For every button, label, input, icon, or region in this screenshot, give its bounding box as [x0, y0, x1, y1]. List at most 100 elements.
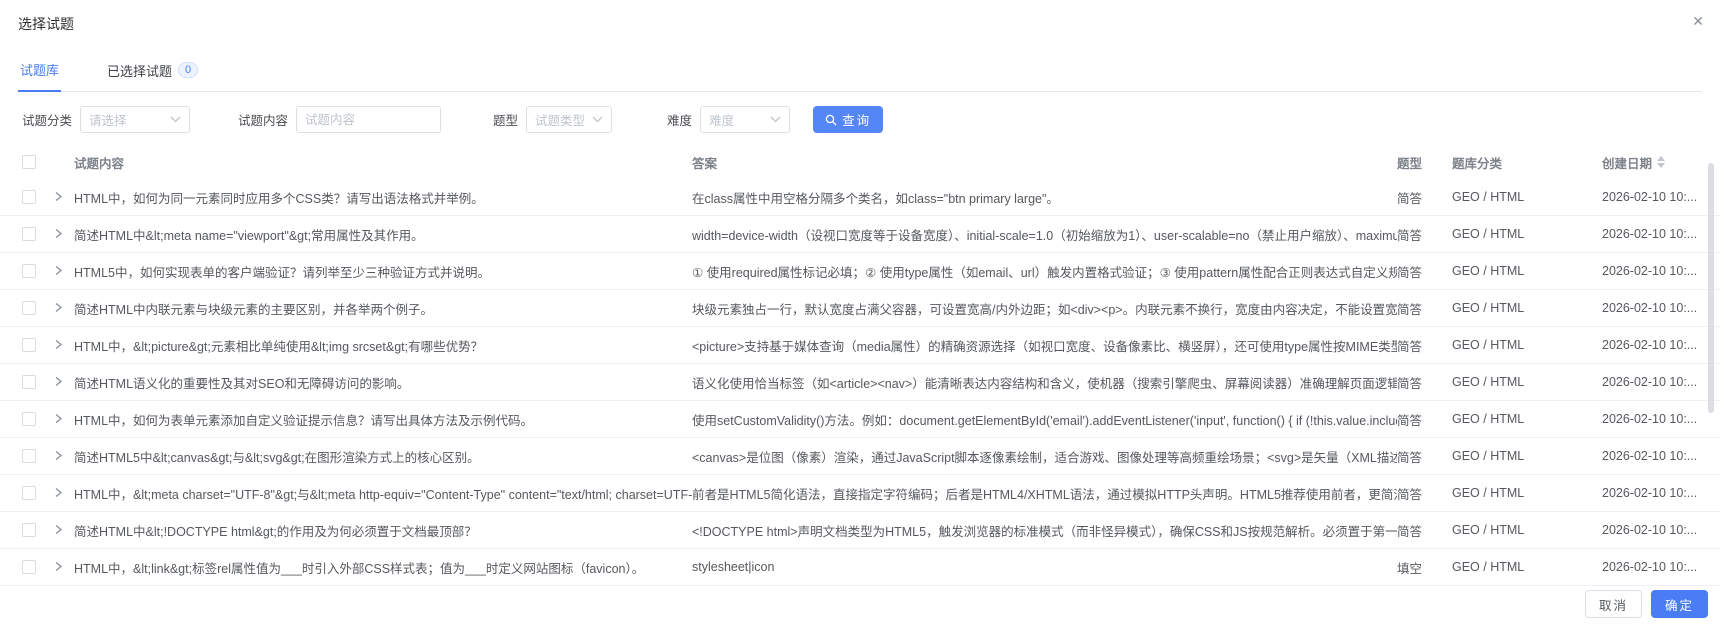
cell-answer: width=device-width（设视口宽度等于设备宽度）、initial-…: [692, 228, 1397, 243]
cell-answer: 语义化使用恰当标签（如<article><nav>）能清晰表达内容结构和含义，使…: [692, 376, 1397, 391]
cell-bank-category: GEO / HTML: [1452, 301, 1525, 315]
cell-question-type: 简答: [1397, 450, 1423, 465]
column-header-category: 题库分类: [1452, 156, 1503, 171]
cell-question-content: 简述HTML中&lt;meta name="viewport"&gt;常用属性及…: [74, 228, 424, 243]
expand-row-icon[interactable]: [50, 448, 66, 464]
cell-create-date: 2026-02-10 10:...: [1602, 264, 1696, 278]
expand-row-icon[interactable]: [50, 411, 66, 427]
table-row: HTML中，如何为同一元素同时应用多个CSS类？请写出语法格式并举例。 在cla…: [0, 179, 1720, 216]
expand-row-icon[interactable]: [50, 226, 66, 242]
category-select-placeholder: 请选择: [89, 114, 127, 128]
question-table: 试题内容 答案 题型 题库分类 创建日期 HTML中，如何为同一元素同时应用多个…: [0, 145, 1720, 586]
select-all-checkbox[interactable]: [22, 155, 36, 170]
close-icon[interactable]: ✕: [1688, 10, 1708, 32]
cell-answer: <picture>支持基于媒体查询（media属性）的精确资源选择（如视口宽度、…: [692, 339, 1397, 354]
expand-row-icon[interactable]: [50, 189, 66, 205]
cell-create-date: 2026-02-10 10:...: [1602, 338, 1696, 352]
cell-question-type: 简答: [1397, 191, 1423, 206]
cell-question-type: 简答: [1397, 376, 1423, 391]
table-row: HTML5中，如何实现表单的客户端验证？请列举至少三种验证方式并说明。 ① 使用…: [0, 253, 1720, 290]
difficulty-select[interactable]: 难度: [700, 106, 791, 133]
cell-bank-category: GEO / HTML: [1452, 375, 1525, 389]
cell-question-type: 简答: [1397, 524, 1423, 539]
table-row: 简述HTML中内联元素与块级元素的主要区别，并各举两个例子。 块级元素独占一行，…: [0, 290, 1720, 327]
cell-question-content: HTML中，如何为表单元素添加自定义验证提示信息？请写出具体方法及示例代码。: [74, 413, 534, 428]
filter-bar: 试题分类 请选择 试题内容 题型 试题类型 难度 难度 查询: [22, 106, 1720, 133]
table-header-row: 试题内容 答案 题型 题库分类 创建日期: [0, 145, 1720, 179]
query-button[interactable]: 查询: [813, 106, 884, 133]
chevron-down-icon: [770, 116, 781, 123]
cell-question-content: HTML中，&lt;meta charset="UTF-8"&gt;与&lt;m…: [74, 487, 692, 502]
content-search-input[interactable]: [296, 106, 442, 133]
type-select[interactable]: 试题类型: [526, 106, 613, 133]
difficulty-filter-label: 难度: [667, 114, 693, 128]
row-checkbox[interactable]: [22, 375, 36, 390]
cancel-button[interactable]: 取消: [1584, 590, 1642, 618]
cell-bank-category: GEO / HTML: [1452, 190, 1525, 204]
table-row: HTML中，&lt;meta charset="UTF-8"&gt;与&lt;m…: [0, 475, 1720, 512]
cell-create-date: 2026-02-10 10:...: [1602, 560, 1696, 574]
cell-question-type: 简答: [1397, 228, 1423, 243]
vertical-scrollbar[interactable]: [1708, 163, 1714, 413]
search-icon: [825, 114, 837, 125]
cell-bank-category: GEO / HTML: [1452, 523, 1525, 537]
cell-bank-category: GEO / HTML: [1452, 264, 1525, 278]
select-question-modal: 选择试题 ✕ 试题库 已选择试题 0 试题分类 请选择 试题内容 题型 试题类型…: [0, 0, 1720, 627]
cell-answer: 在class属性中用空格分隔多个类名，如class="btn primary l…: [692, 191, 1059, 206]
expand-row-icon[interactable]: [50, 337, 66, 353]
cell-question-content: HTML5中，如何实现表单的客户端验证？请列举至少三种验证方式并说明。: [74, 265, 490, 280]
row-checkbox[interactable]: [22, 523, 36, 538]
cell-bank-category: GEO / HTML: [1452, 412, 1525, 426]
expand-row-icon[interactable]: [50, 485, 66, 501]
expand-row-icon[interactable]: [50, 522, 66, 538]
expand-row-icon[interactable]: [50, 374, 66, 390]
tab-question-bank[interactable]: 试题库: [18, 60, 62, 92]
cell-create-date: 2026-02-10 10:...: [1602, 486, 1696, 500]
sort-icon[interactable]: [1657, 156, 1666, 168]
expand-row-icon[interactable]: [50, 300, 66, 316]
cell-bank-category: GEO / HTML: [1452, 486, 1525, 500]
expand-row-icon[interactable]: [50, 559, 66, 575]
row-checkbox[interactable]: [22, 190, 36, 205]
row-checkbox[interactable]: [22, 338, 36, 353]
row-checkbox[interactable]: [22, 227, 36, 242]
cell-question-content: 简述HTML语义化的重要性及其对SEO和无障碍访问的影响。: [74, 376, 410, 391]
row-checkbox[interactable]: [22, 560, 36, 575]
table-row: 简述HTML5中&lt;canvas&gt;与&lt;svg&gt;在图形渲染方…: [0, 438, 1720, 475]
row-checkbox[interactable]: [22, 264, 36, 279]
modal-header: 选择试题 ✕: [0, 0, 1720, 34]
cell-create-date: 2026-02-10 10:...: [1602, 375, 1696, 389]
confirm-button[interactable]: 确定: [1650, 590, 1708, 618]
cell-answer: stylesheet|icon: [692, 560, 775, 574]
table-row: 简述HTML语义化的重要性及其对SEO和无障碍访问的影响。 语义化使用恰当标签（…: [0, 364, 1720, 401]
expand-row-icon[interactable]: [50, 263, 66, 279]
cell-create-date: 2026-02-10 10:...: [1602, 301, 1696, 315]
tab-question-bank-label: 试题库: [20, 63, 60, 78]
row-checkbox[interactable]: [22, 486, 36, 501]
cell-create-date: 2026-02-10 10:...: [1602, 523, 1696, 537]
cell-create-date: 2026-02-10 10:...: [1602, 227, 1696, 241]
table-row: HTML中，如何为表单元素添加自定义验证提示信息？请写出具体方法及示例代码。 使…: [0, 401, 1720, 438]
table-row: HTML中，&lt;picture&gt;元素相比单纯使用&lt;img src…: [0, 327, 1720, 364]
cell-question-content: 简述HTML中内联元素与块级元素的主要区别，并各举两个例子。: [74, 302, 434, 317]
cell-question-content: 简述HTML5中&lt;canvas&gt;与&lt;svg&gt;在图形渲染方…: [74, 450, 480, 465]
query-button-label: 查询: [842, 114, 872, 128]
cell-bank-category: GEO / HTML: [1452, 338, 1525, 352]
cell-bank-category: GEO / HTML: [1452, 449, 1525, 463]
cell-question-content: HTML中，&lt;picture&gt;元素相比单纯使用&lt;img src…: [74, 339, 484, 354]
cell-question-type: 简答: [1397, 339, 1423, 354]
cell-create-date: 2026-02-10 10:...: [1602, 190, 1696, 204]
content-filter-label: 试题内容: [238, 114, 289, 128]
cell-answer: 块级元素独占一行，默认宽度占满父容器，可设置宽高/内外边距；如<div><p>。…: [692, 302, 1397, 317]
row-checkbox[interactable]: [22, 412, 36, 427]
cell-question-type: 简答: [1397, 487, 1423, 502]
row-checkbox[interactable]: [22, 449, 36, 464]
row-checkbox[interactable]: [22, 301, 36, 316]
tab-selected-questions[interactable]: 已选择试题 0: [105, 60, 200, 91]
category-select[interactable]: 请选择: [80, 106, 191, 133]
tab-bar: 试题库 已选择试题 0: [18, 60, 1702, 92]
tab-selected-questions-label: 已选择试题: [107, 63, 173, 79]
cell-question-type: 简答: [1397, 413, 1423, 428]
cell-question-type: 简答: [1397, 302, 1423, 317]
column-header-date[interactable]: 创建日期: [1602, 153, 1666, 172]
